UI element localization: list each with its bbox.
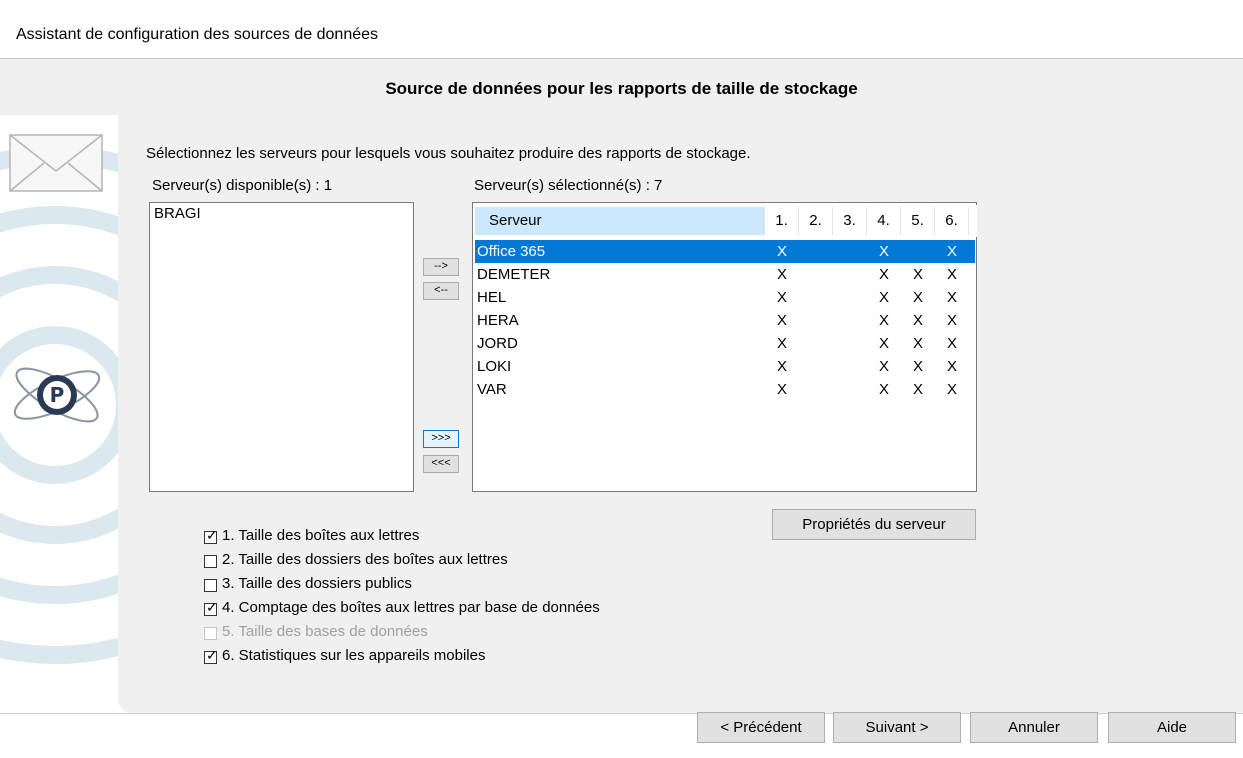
- column-header-5[interactable]: 5.: [901, 207, 935, 235]
- selected-servers-grid[interactable]: Serveur 1. 2. 3. 4. 5. 6. Office 365 X X…: [472, 202, 977, 492]
- cell-6: X: [946, 335, 957, 352]
- cell-4: X: [878, 335, 889, 352]
- cell-1: X: [776, 335, 787, 352]
- selected-servers-label: Serveur(s) sélectionné(s) : 7: [474, 177, 663, 194]
- table-row[interactable]: HEL X X X X: [475, 286, 975, 309]
- table-row[interactable]: JORD X X X X: [475, 332, 975, 355]
- option-label: 2. Taille des dossiers des boîtes aux le…: [222, 551, 508, 568]
- server-name: HERA: [477, 312, 519, 329]
- option-label: 1. Taille des boîtes aux lettres: [222, 527, 420, 544]
- available-server-item[interactable]: BRAGI: [154, 205, 201, 222]
- checkbox[interactable]: [204, 555, 217, 568]
- cell-4: X: [878, 312, 889, 329]
- logo-icon: P: [13, 367, 101, 423]
- svg-text:P: P: [50, 383, 65, 407]
- cell-6: X: [946, 312, 957, 329]
- checkbox: [204, 627, 217, 640]
- checkmark-icon: ✓: [206, 647, 218, 663]
- cell-4: X: [878, 243, 889, 260]
- decorative-sidebar: P: [0, 115, 118, 713]
- table-row[interactable]: LOKI X X X X: [475, 355, 975, 378]
- table-row[interactable]: Office 365 X X X: [475, 240, 975, 263]
- cell-4: X: [878, 381, 889, 398]
- table-row[interactable]: VAR X X X X: [475, 378, 975, 401]
- column-header-serveur[interactable]: Serveur: [475, 207, 765, 235]
- previous-button[interactable]: < Précédent: [697, 712, 825, 743]
- cell-5: X: [912, 312, 923, 329]
- content-panel: Sélectionnez les serveurs pour lesquels …: [118, 115, 1243, 713]
- instructions-text: Sélectionnez les serveurs pour lesquels …: [146, 145, 751, 162]
- option-label: 5. Taille des bases de données: [222, 623, 428, 640]
- cell-5: X: [912, 266, 923, 283]
- cell-1: X: [776, 289, 787, 306]
- table-row[interactable]: HERA X X X X: [475, 309, 975, 332]
- cell-5: X: [912, 358, 923, 375]
- next-button[interactable]: Suivant >: [833, 712, 961, 743]
- server-name: VAR: [477, 381, 507, 398]
- column-header-4[interactable]: 4.: [867, 207, 901, 235]
- server-name: DEMETER: [477, 266, 551, 283]
- page-title: Source de données pour les rapports de t…: [385, 79, 858, 98]
- available-servers-list[interactable]: BRAGI: [149, 202, 414, 492]
- cell-6: X: [946, 381, 957, 398]
- column-header-3[interactable]: 3.: [833, 207, 867, 235]
- column-header-1[interactable]: 1.: [765, 207, 799, 235]
- cell-6: X: [946, 266, 957, 283]
- server-name: LOKI: [477, 358, 512, 375]
- cell-4: X: [878, 266, 889, 283]
- cell-1: X: [776, 358, 787, 375]
- title-bar: Assistant de configuration des sources d…: [0, 0, 1243, 58]
- cell-6: X: [946, 243, 957, 260]
- checkmark-icon: ✓: [206, 599, 218, 615]
- table-row[interactable]: DEMETER X X X X: [475, 263, 975, 286]
- server-name: Office 365: [477, 243, 546, 260]
- checkmark-icon: ✓: [206, 527, 218, 543]
- window-title: Assistant de configuration des sources d…: [16, 26, 379, 43]
- available-servers-label: Serveur(s) disponible(s) : 1: [152, 177, 333, 194]
- server-name: JORD: [477, 335, 518, 352]
- option-label: 3. Taille des dossiers publics: [222, 575, 412, 592]
- cell-1: X: [776, 312, 787, 329]
- column-header-2[interactable]: 2.: [799, 207, 833, 235]
- cell-6: X: [946, 358, 957, 375]
- decorative-swirl: P: [0, 134, 118, 664]
- cell-1: X: [776, 243, 787, 260]
- server-name: HEL: [477, 289, 507, 306]
- cell-5: X: [912, 381, 923, 398]
- checkbox[interactable]: ✓: [204, 527, 218, 544]
- wizard-header: Source de données pour les rapports de t…: [0, 58, 1243, 116]
- add-server-button[interactable]: -->: [423, 258, 459, 276]
- grid-header: Serveur 1. 2. 3. 4. 5. 6.: [475, 205, 977, 237]
- checkbox[interactable]: [204, 579, 217, 592]
- option-label: 6. Statistiques sur les appareils mobile…: [222, 647, 486, 664]
- report-options: ✓ 1. Taille des boîtes aux lettres 2. Ta…: [204, 525, 804, 667]
- add-all-servers-button[interactable]: >>>: [423, 430, 459, 448]
- cell-4: X: [878, 358, 889, 375]
- column-header-6[interactable]: 6.: [935, 207, 969, 235]
- remove-all-servers-button[interactable]: <<<: [423, 455, 459, 473]
- remove-server-button[interactable]: <--: [423, 282, 459, 300]
- cell-6: X: [946, 289, 957, 306]
- cell-5: X: [912, 289, 923, 306]
- cell-1: X: [776, 266, 787, 283]
- cell-5: X: [912, 335, 923, 352]
- cell-4: X: [878, 289, 889, 306]
- checkbox[interactable]: ✓: [204, 647, 218, 664]
- cancel-button[interactable]: Annuler: [970, 712, 1098, 743]
- checkbox[interactable]: ✓: [204, 599, 218, 616]
- cell-1: X: [776, 381, 787, 398]
- envelope-icon: [9, 134, 103, 192]
- help-button[interactable]: Aide: [1108, 712, 1236, 743]
- footer-bar: < Précédent Suivant > Annuler Aide: [0, 712, 1243, 758]
- option-label: 4. Comptage des boîtes aux lettres par b…: [222, 599, 600, 616]
